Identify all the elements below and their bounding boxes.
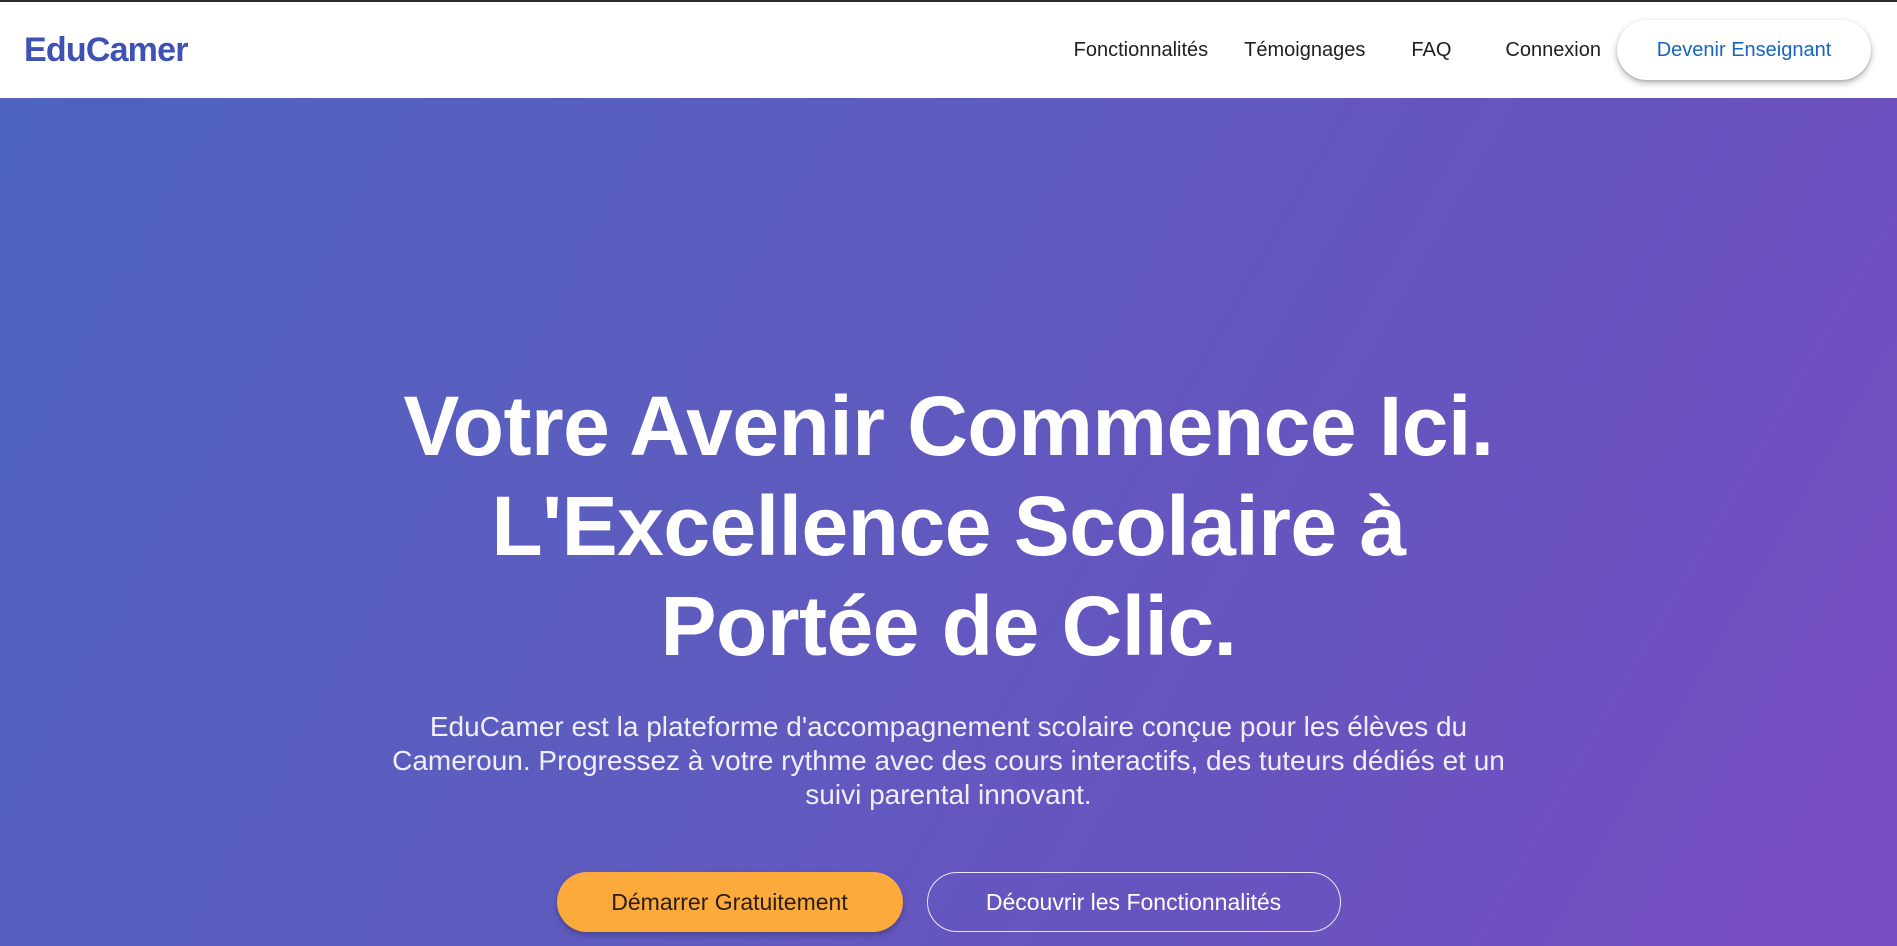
- nav-link-temoignages[interactable]: Témoignages: [1228, 29, 1381, 72]
- brand-logo[interactable]: EduCamer: [24, 31, 188, 70]
- hero-subtitle: EduCamer est la plateforme d'accompagnem…: [392, 711, 1505, 810]
- top-navbar: EduCamer Fonctionnalités Témoignages FAQ…: [0, 2, 1897, 98]
- hero-section: Votre Avenir Commence Ici. L'Excellence …: [0, 98, 1897, 946]
- become-teacher-button[interactable]: Devenir Enseignant: [1617, 20, 1871, 80]
- nav-link-fonctionnalites[interactable]: Fonctionnalités: [1058, 29, 1225, 72]
- nav-link-faq[interactable]: FAQ: [1395, 29, 1467, 72]
- start-free-button[interactable]: Démarrer Gratuitement: [556, 872, 903, 932]
- main-nav: Fonctionnalités Témoignages FAQ Connexio…: [1058, 20, 1873, 80]
- page: EduCamer Fonctionnalités Témoignages FAQ…: [0, 0, 1897, 946]
- discover-features-button[interactable]: Découvrir les Fonctionnalités: [926, 872, 1341, 932]
- nav-link-connexion[interactable]: Connexion: [1489, 29, 1617, 72]
- hero-actions: Démarrer Gratuitement Découvrir les Fonc…: [556, 872, 1341, 932]
- hero-title: Votre Avenir Commence Ici. L'Excellence …: [403, 379, 1494, 673]
